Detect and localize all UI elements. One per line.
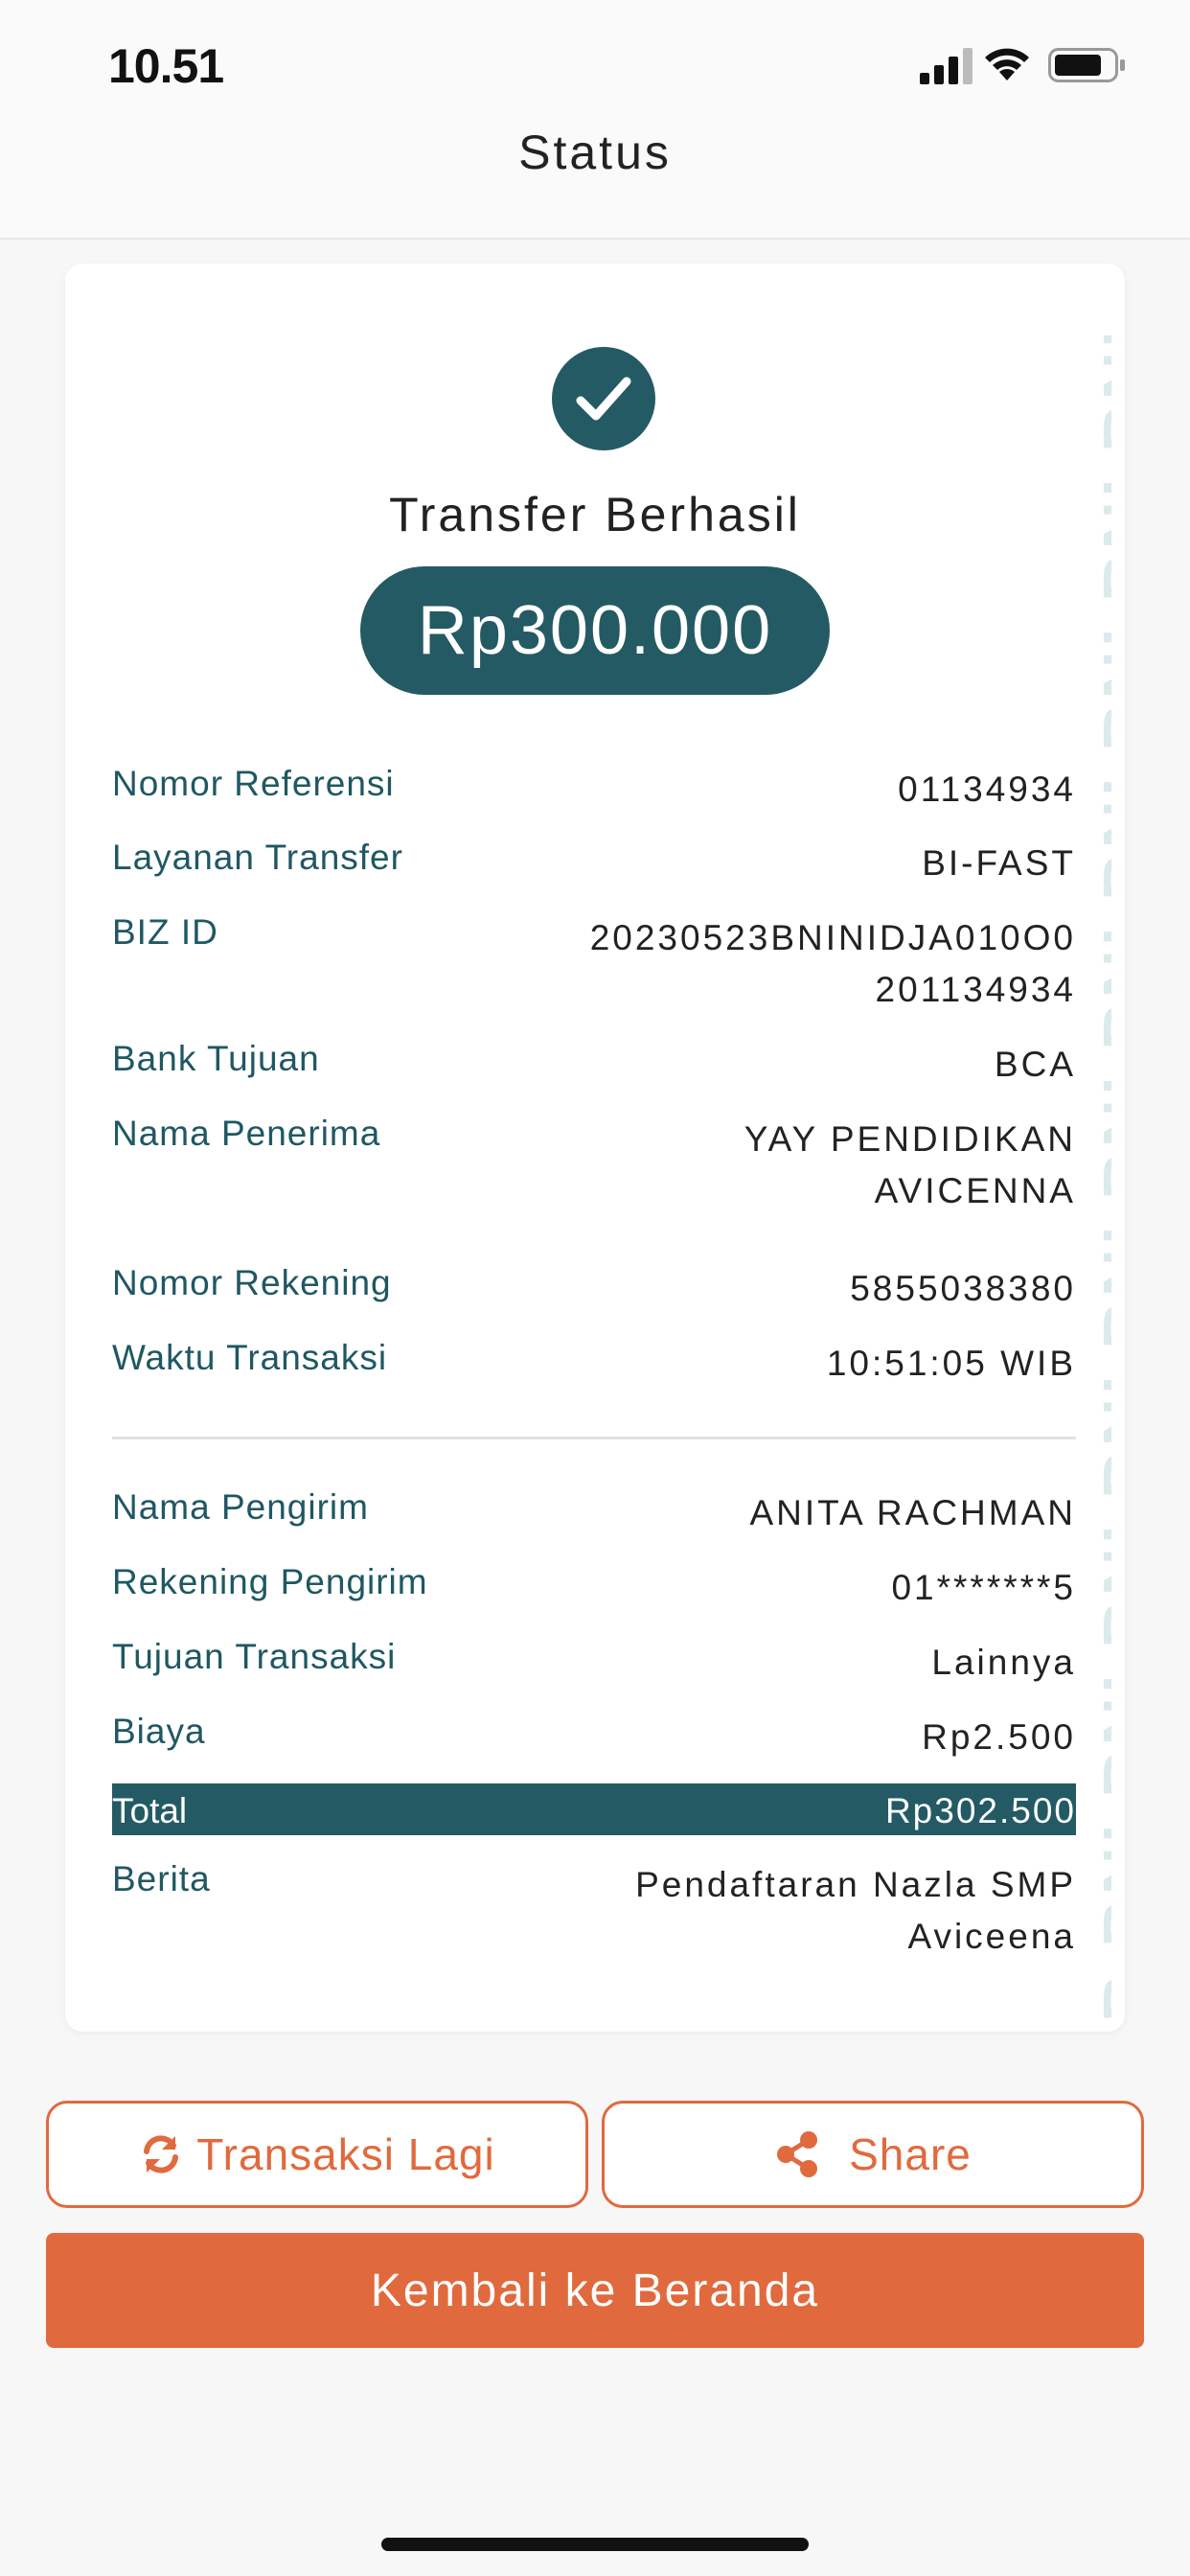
back-to-home-label: Kembali ke Beranda [370,2265,820,2316]
signal-icon [920,48,973,84]
sender-value: Rp2.500 [922,1717,1076,1757]
detail-label: BIZ ID [112,912,218,952]
nav-bar: Status [0,105,1190,240]
note-value: Pendaftaran Nazla SMP Aviceena [635,1865,1076,1956]
status-title: Transfer Berhasil [389,488,801,541]
amount-badge: Rp300.000 [360,566,830,695]
checkmark-icon [576,377,631,421]
page-title: Status [518,126,672,179]
total-value: Rp302.500 [884,1791,1076,1830]
status-icons [916,44,1127,84]
battery-icon [1048,48,1125,82]
home-indicator [381,2538,809,2551]
sender-label: Rekening Pengirim [112,1562,428,1601]
detail-label: Layanan Transfer [112,838,403,877]
section-divider [112,1437,1076,1439]
detail-label: Nomor Referensi [112,764,395,803]
refresh-icon [144,2135,179,2174]
detail-value: 10:51:05 WIB [826,1344,1076,1383]
share-label: Share [849,2129,972,2179]
detail-value: 5855038380 [850,1269,1076,1308]
back-to-home-button[interactable]: Kembali ke Beranda [46,2233,1144,2348]
detail-value: 20230523BNINIDJA010O0 201134934 [589,918,1076,1009]
sender-label: Biaya [112,1712,206,1751]
detail-value: YAY PENDIDIKAN AVICENNA [744,1119,1076,1210]
wifi-icon [985,48,1029,80]
sender-label: Tujuan Transaksi [112,1637,397,1676]
watermark-text: B BNI BNI BNI BNI BNI BNI BNI BNI BNI BN… [1089,335,1111,2022]
sender-value: ANITA RACHMAN [749,1493,1076,1532]
share-button[interactable]: Share [602,2101,1144,2208]
total-label: Total [112,1791,188,1830]
detail-value: 01134934 [898,770,1076,809]
detail-label: Waktu Transaksi [112,1338,388,1377]
detail-label: Nomor Rekening [112,1263,392,1302]
total-row: Total Rp302.500 [112,1783,1076,1835]
detail-label: Bank Tujuan [112,1039,320,1078]
share-icon [777,2131,818,2177]
sender-value: Lainnya [931,1643,1076,1682]
status-time: 10.51 [108,39,224,93]
repeat-transaction-label: Transaksi Lagi [196,2129,495,2179]
detail-label: Nama Penerima [112,1114,381,1153]
sender-label: Nama Pengirim [112,1487,369,1527]
detail-value: BCA [994,1045,1076,1084]
sender-value: 01*******5 [891,1568,1076,1607]
success-check [552,347,655,450]
note-label: Berita [112,1859,211,1898]
detail-value: BI-FAST [922,843,1076,883]
repeat-transaction-button[interactable]: Transaksi Lagi [46,2101,588,2208]
